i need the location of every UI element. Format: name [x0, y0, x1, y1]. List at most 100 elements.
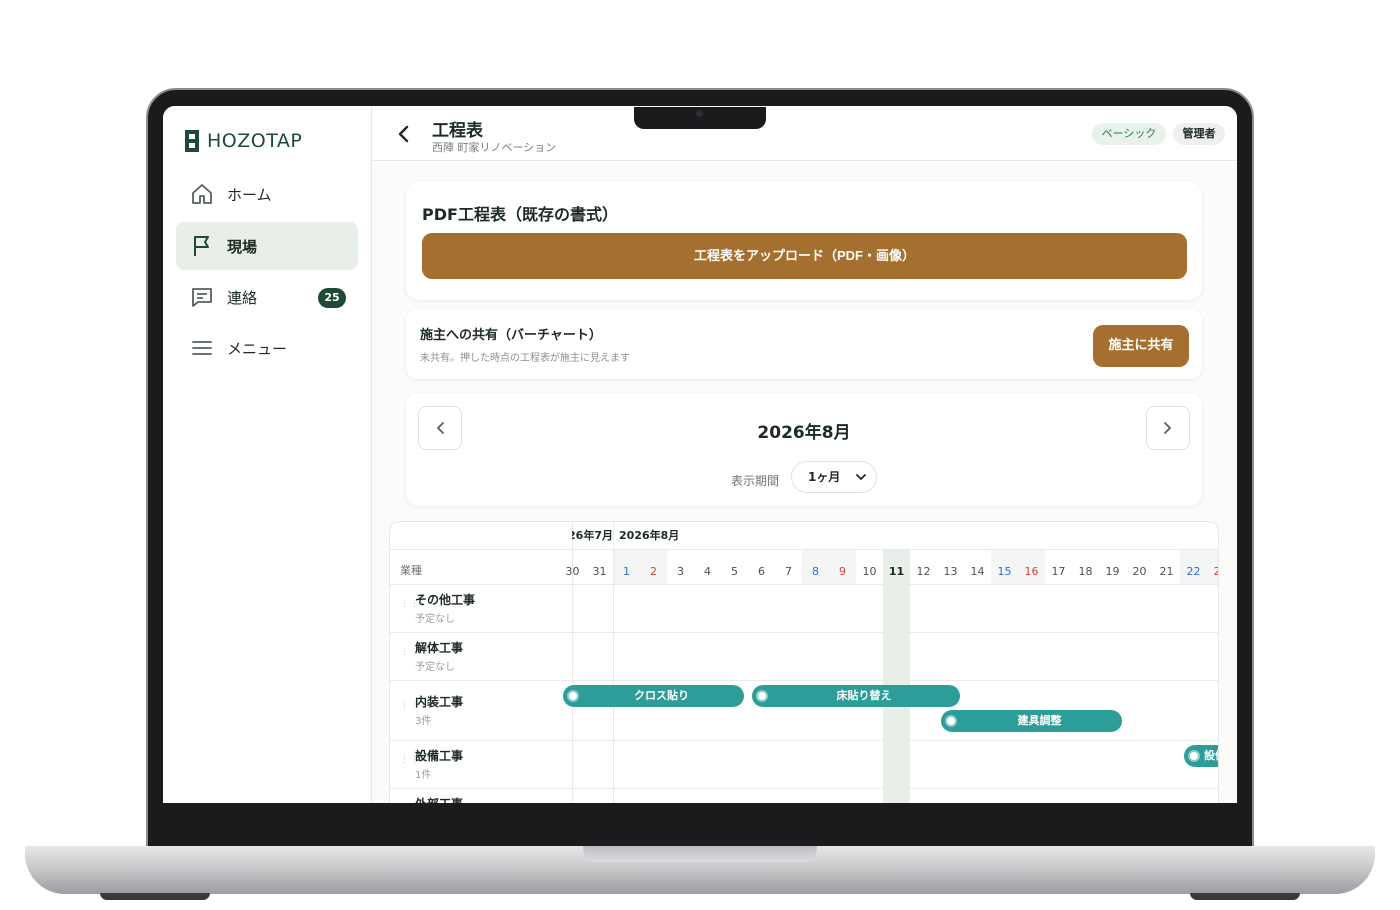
- trade-task-count: 3件: [415, 716, 432, 727]
- day-label: 8: [812, 565, 819, 578]
- camera-icon: [696, 110, 703, 117]
- day-label: 22: [1186, 565, 1201, 578]
- pdf-card-title: PDF工程表（既存の書式）: [422, 205, 618, 224]
- day-label: 10: [862, 565, 877, 578]
- app-screen: HOZOTAP ホーム 現場 連絡 25 メニュー 工程表 西陣 町家リノベーシ…: [163, 106, 1237, 803]
- month-navigation-card: 2026年8月 表示期間 1ヶ月: [406, 393, 1202, 506]
- task-bar[interactable]: 建具調整: [941, 710, 1122, 732]
- grid-line: [390, 680, 1218, 681]
- chevron-down-icon: [856, 474, 866, 480]
- period-label: 表示期間: [731, 474, 780, 488]
- current-month-title: 2026年8月: [757, 423, 851, 443]
- day-label: 13: [943, 565, 958, 578]
- task-bar[interactable]: 床貼り替え: [752, 685, 960, 707]
- trade-name: 設備工事: [415, 749, 464, 763]
- task-drag-handle[interactable]: [567, 690, 579, 702]
- sidebar: HOZOTAP ホーム 現場 連絡 25 メニュー: [163, 106, 372, 803]
- unread-badge: 25: [318, 288, 346, 308]
- drag-handle-icon[interactable]: ⋮⋮: [400, 648, 419, 660]
- share-card-title: 施主への共有（バーチャート）: [420, 328, 602, 343]
- task-drag-handle[interactable]: [1188, 750, 1200, 762]
- flag-icon: [194, 236, 209, 256]
- day-label: 19: [1105, 565, 1120, 578]
- day-label-today: 11: [888, 565, 905, 578]
- next-month-button[interactable]: [1146, 406, 1190, 450]
- drag-handle-icon[interactable]: ⋮⋮: [400, 756, 419, 768]
- message-icon: [192, 288, 212, 307]
- task-label: 建具調整: [1017, 714, 1062, 727]
- trade-task-count: 予定なし: [415, 662, 455, 673]
- drag-handle-icon[interactable]: ⋮⋮: [400, 702, 419, 714]
- day-label: 7: [785, 565, 792, 578]
- task-label: 設備: [1204, 749, 1218, 762]
- sidebar-item-messages[interactable]: 連絡 25: [176, 273, 358, 321]
- back-arrow-icon[interactable]: [394, 122, 414, 146]
- sidebar-item-home[interactable]: ホーム: [176, 170, 358, 218]
- share-with-owner-button[interactable]: 施主に共有: [1093, 325, 1189, 367]
- home-icon: [192, 184, 212, 204]
- main-content: PDF工程表（既存の書式） 工程表をアップロード（PDF・画像） 施主への共有（…: [372, 162, 1237, 803]
- day-label: 30: [565, 565, 580, 578]
- trade-name: 外部工事: [415, 795, 463, 803]
- task-drag-handle[interactable]: [756, 690, 768, 702]
- brand-logo[interactable]: HOZOTAP: [185, 128, 302, 154]
- day-label: 1: [623, 565, 630, 578]
- trade-name: 解体工事: [415, 641, 464, 655]
- task-drag-handle[interactable]: [945, 715, 957, 727]
- plan-badge: ベーシック: [1092, 123, 1166, 145]
- day-label: 4: [704, 565, 711, 578]
- trade-column-header: 業種: [400, 564, 422, 577]
- sidebar-item-menu[interactable]: メニュー: [176, 324, 358, 372]
- trade-task-count: 1件: [415, 770, 432, 781]
- sidebar-item-label: ホーム: [227, 185, 272, 204]
- sidebar-item-site[interactable]: 現場: [176, 222, 358, 270]
- today-column: [883, 549, 910, 803]
- gantt-chart: 2026年7月2026年8月業種303112345678910111213141…: [389, 521, 1219, 803]
- menu-icon: [192, 341, 212, 355]
- trade-name: 内装工事: [415, 695, 464, 709]
- trade-name: その他工事: [415, 593, 476, 607]
- day-label: 18: [1078, 565, 1093, 578]
- camera-notch: [634, 107, 766, 129]
- day-label: 21: [1159, 565, 1174, 578]
- day-label: 9: [839, 565, 846, 578]
- chevron-right-icon: [1164, 422, 1171, 434]
- trade-task-count: 予定なし: [415, 614, 455, 625]
- day-label: 2: [650, 565, 657, 578]
- day-label: 17: [1051, 565, 1066, 578]
- page-title: 工程表: [432, 121, 483, 141]
- day-label: 23: [1207, 557, 1219, 586]
- grid-line: [390, 740, 1218, 741]
- pdf-schedule-card: PDF工程表（既存の書式） 工程表をアップロード（PDF・画像）: [406, 182, 1202, 300]
- day-label: 5: [731, 565, 738, 578]
- previous-month-header: 2026年7月: [572, 529, 613, 542]
- task-bar[interactable]: 設備: [1184, 745, 1218, 767]
- project-name: 西陣 町家リノベーション: [432, 141, 557, 154]
- drag-handle-icon[interactable]: ⋮⋮: [400, 600, 419, 612]
- share-status-note: 未共有。押した時点の工程表が施主に見えます: [420, 353, 630, 364]
- day-label: 14: [970, 565, 985, 578]
- grid-line: [390, 632, 1218, 633]
- grid-line: [390, 788, 1218, 789]
- period-select-value: 1ヶ月: [808, 470, 841, 484]
- laptop-foot-right: [1190, 893, 1300, 900]
- day-label: 16: [1024, 565, 1039, 578]
- period-select[interactable]: 1ヶ月: [791, 461, 877, 493]
- day-label: 3: [677, 565, 684, 578]
- task-bar[interactable]: クロス貼り: [563, 685, 744, 707]
- upload-schedule-button[interactable]: 工程表をアップロード（PDF・画像）: [422, 233, 1187, 279]
- day-label: 6: [758, 565, 765, 578]
- role-badge: 管理者: [1173, 123, 1225, 145]
- logo-icon: [185, 130, 199, 152]
- task-label: クロス貼り: [634, 689, 689, 702]
- grid-line: [390, 549, 1218, 550]
- sidebar-item-label: 現場: [227, 237, 258, 256]
- page-header: 工程表 西陣 町家リノベーション ベーシック 管理者: [372, 106, 1237, 161]
- current-month-header: 2026年8月: [619, 529, 680, 542]
- laptop-foot-left: [100, 893, 210, 900]
- task-label: 床貼り替え: [836, 689, 892, 702]
- brand-name: HOZOTAP: [207, 130, 303, 152]
- day-label: 31: [592, 565, 607, 578]
- day-label: 15: [997, 565, 1012, 578]
- owner-share-card: 施主への共有（バーチャート） 未共有。押した時点の工程表が施主に見えます 施主に…: [406, 309, 1202, 379]
